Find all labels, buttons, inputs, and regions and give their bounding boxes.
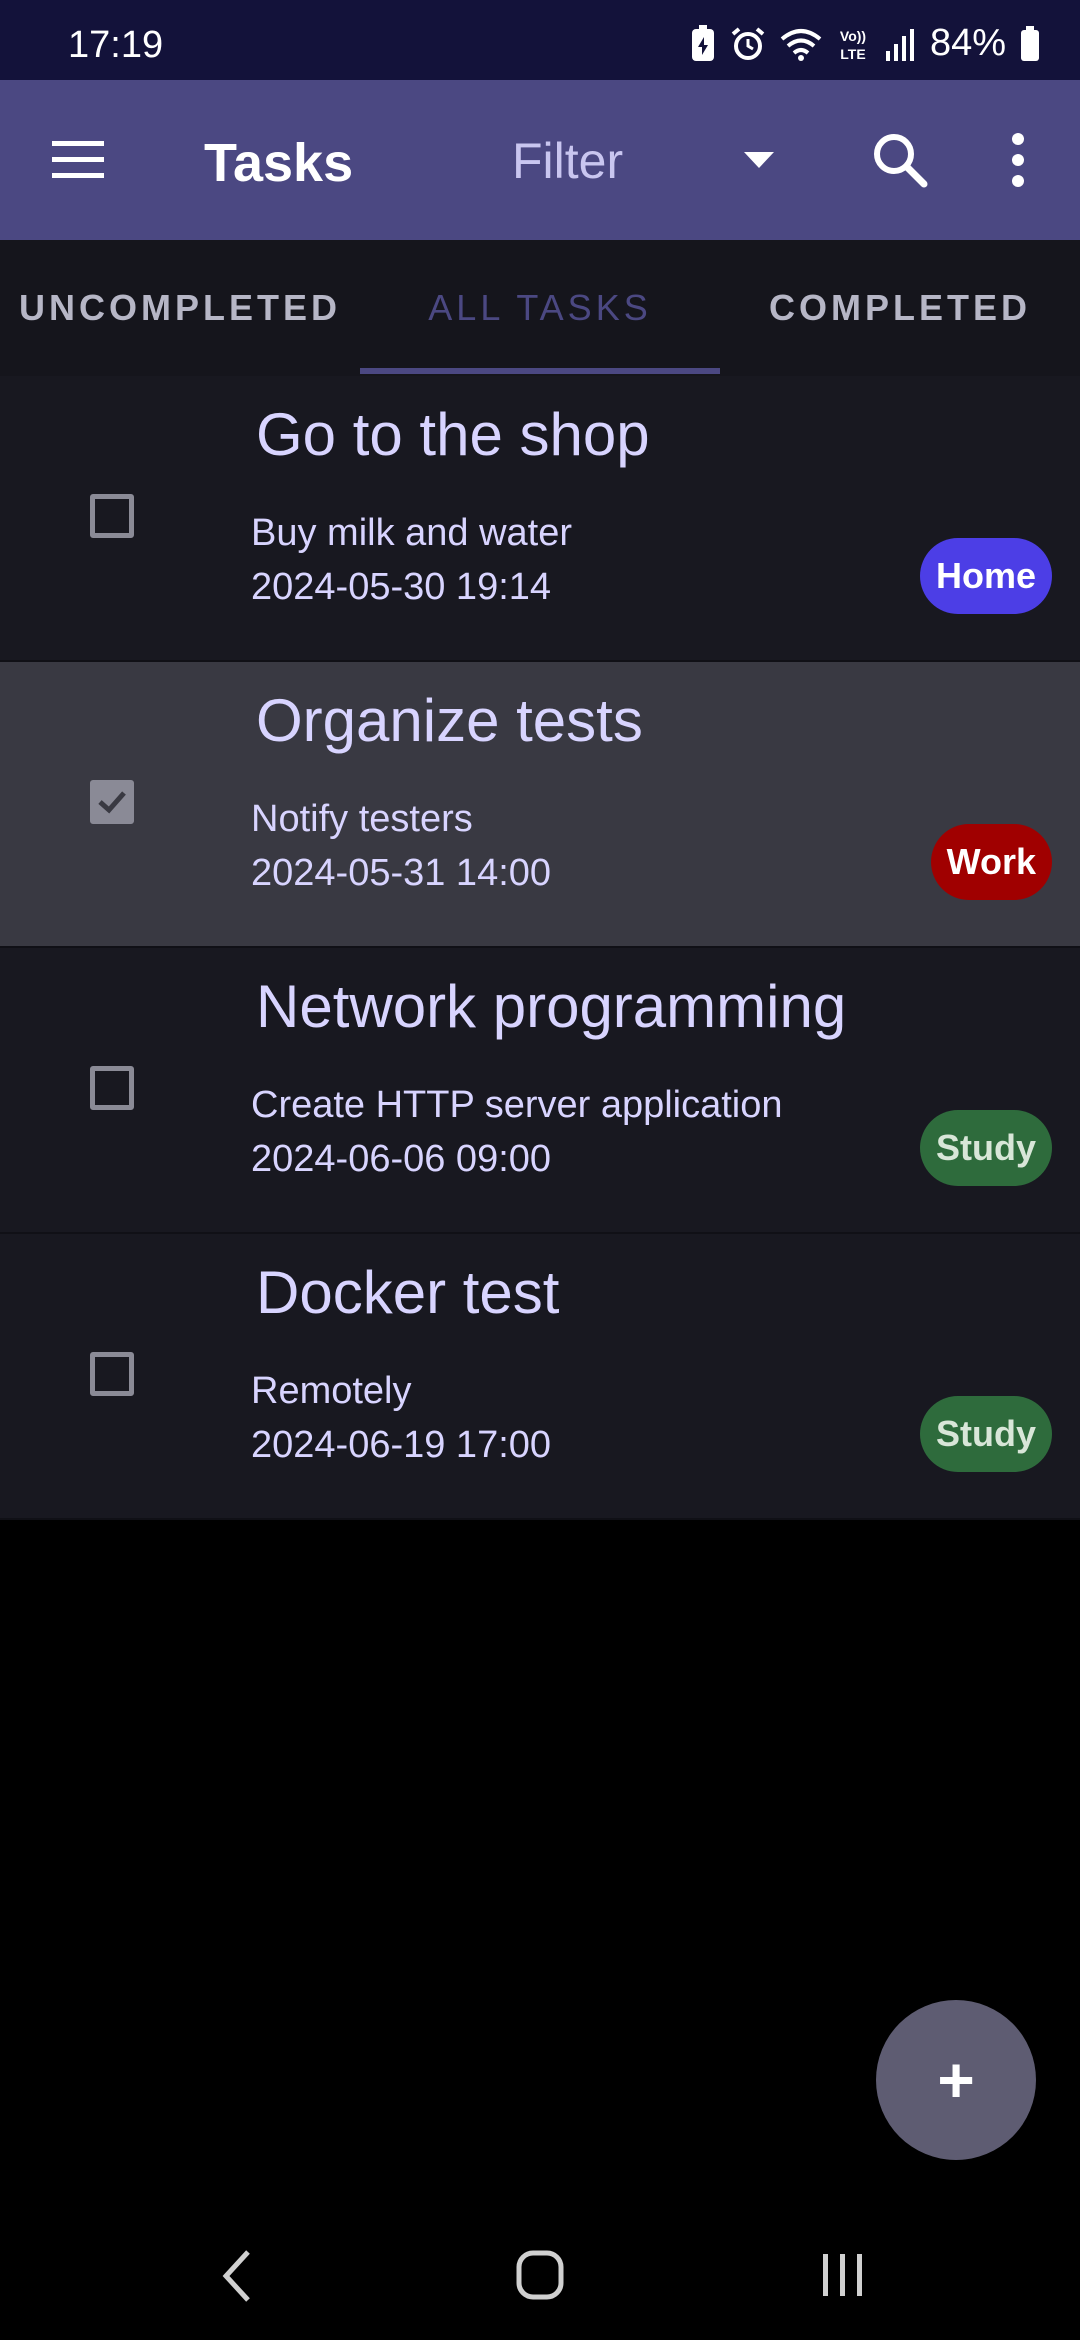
task-tag: Work [930,824,1052,900]
plus-icon: + [937,2044,975,2116]
status-bar: 17:19 Vo)) LTE 84% [0,0,1080,80]
battery-percent: 84% [929,22,1006,64]
task-tag: Home [919,538,1052,614]
task-description: Buy milk and water [251,512,573,554]
status-icons: Vo)) LTE 84% [690,22,1040,65]
task-tag: Study [919,1110,1052,1186]
check-icon [98,791,126,814]
alarm-icon [731,26,765,60]
task-title: Organize tests [256,687,643,754]
search-icon[interactable] [870,130,930,190]
task-datetime: 2024-06-19 17:00 [251,1424,552,1466]
task-row[interactable]: Docker test Remotely 2024-06-19 17:00 St… [0,1234,1080,1520]
task-title: Network programming [256,973,847,1040]
task-checkbox[interactable] [90,1066,134,1110]
battery-saver-icon [691,24,714,61]
tab-bar: UNCOMPLETED ALL TASKS COMPLETED [0,240,1080,376]
task-checkbox[interactable] [90,1352,134,1396]
system-nav-bar [0,2220,1080,2340]
svg-text:LTE: LTE [840,46,865,62]
recents-icon[interactable] [820,2250,866,2300]
svg-text:Vo)): Vo)) [840,28,866,44]
task-datetime: 2024-05-30 19:14 [251,566,552,608]
dropdown-icon [744,152,774,168]
home-icon[interactable] [516,2250,564,2300]
menu-icon[interactable] [48,135,108,185]
task-checkbox[interactable] [90,494,134,538]
app-bar: Tasks Filter [0,80,1080,240]
more-vert-icon[interactable] [1000,132,1036,188]
filter-label: Filter [512,133,624,189]
tab-indicator [360,368,720,374]
tab-all-tasks[interactable]: ALL TASKS [360,240,720,376]
task-title: Docker test [256,1259,560,1326]
volte-icon: Vo)) LTE [840,28,866,62]
signal-icon [885,28,914,61]
task-row[interactable]: Network programming Create HTTP server a… [0,948,1080,1234]
task-row[interactable]: Organize tests Notify testers 2024-05-31… [0,662,1080,948]
task-description: Create HTTP server application [251,1084,783,1126]
tab-completed[interactable]: COMPLETED [720,240,1080,376]
task-description: Notify testers [251,798,473,840]
filter-dropdown[interactable]: Filter [512,130,782,194]
page-title: Tasks [204,133,354,193]
task-list: Go to the shop Buy milk and water 2024-0… [0,376,1080,1520]
task-description: Remotely [251,1370,412,1412]
task-checkbox[interactable] [90,780,134,824]
back-icon[interactable] [222,2248,252,2304]
wifi-icon [780,28,822,61]
task-row[interactable]: Go to the shop Buy milk and water 2024-0… [0,376,1080,662]
task-datetime: 2024-05-31 14:00 [251,852,552,894]
add-task-button[interactable]: + [876,2000,1036,2160]
task-tag: Study [919,1396,1052,1472]
status-time: 17:19 [68,24,164,66]
task-title: Go to the shop [256,401,650,468]
battery-icon [1021,25,1039,61]
task-datetime: 2024-06-06 09:00 [251,1138,552,1180]
tab-uncompleted[interactable]: UNCOMPLETED [0,240,360,376]
